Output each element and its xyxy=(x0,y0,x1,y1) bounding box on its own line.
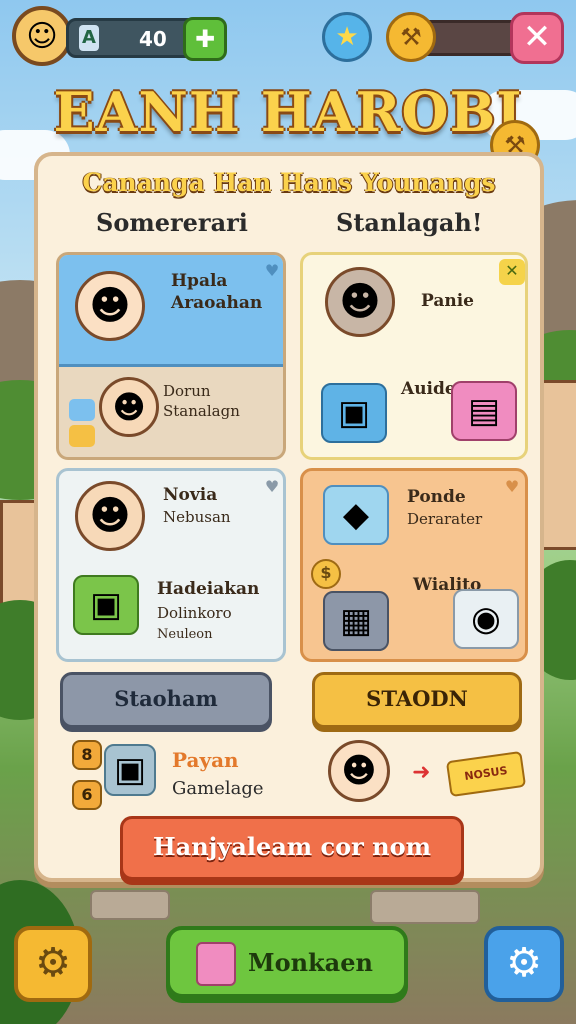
tag-icon xyxy=(69,399,95,421)
card-name: Novia xyxy=(163,485,218,505)
game-title: EANH HAROBI xyxy=(53,80,523,144)
reward-title: Payan xyxy=(172,748,239,772)
character-card[interactable]: ☻ ✕ Panie ▣ Auide ▤ xyxy=(300,252,528,460)
coin-value: 40 xyxy=(139,27,167,51)
heart-icon[interactable]: ♥ xyxy=(259,259,283,285)
character-portrait: ☻ xyxy=(75,271,145,341)
card-item: Auide xyxy=(401,379,456,399)
card-role: Nebusan xyxy=(163,508,231,526)
arrow-icon: ➜ xyxy=(412,760,431,785)
coin-counter: A 40 ✚ xyxy=(66,17,227,61)
coin-pin: A xyxy=(79,25,99,51)
reward-number: 8 xyxy=(72,740,102,770)
monkaen-button[interactable]: Monkaen xyxy=(166,926,408,998)
reward-tag-text: NOSUS xyxy=(463,764,509,783)
house-right xyxy=(540,380,576,550)
main-action-button[interactable]: Hanjyaleam cor nom xyxy=(120,816,464,880)
heart-icon[interactable]: ♥ xyxy=(259,475,283,501)
reward-tag[interactable]: NOSUS xyxy=(445,750,527,798)
gift-box-icon: ▣ xyxy=(73,575,139,635)
backpack-icon xyxy=(196,942,236,986)
character-card[interactable]: ☻ ♥ Hpala Araoahan ☻ Dorun Stanalagn xyxy=(56,252,286,460)
coin-icon: $ xyxy=(311,559,341,589)
character-portrait: ☻ xyxy=(75,481,145,551)
stone-tile xyxy=(90,890,170,920)
card-name: Ponde xyxy=(407,487,466,507)
bag-icon: ◆ xyxy=(323,485,389,545)
card-item-desc: Dolinkoro xyxy=(157,604,232,622)
card-role: Derarater xyxy=(407,510,483,528)
player-avatar[interactable]: ☺ xyxy=(12,6,72,66)
heart-icon[interactable]: ♥ xyxy=(499,475,525,501)
panel-subtitle: Cananga Han Hans Younangs xyxy=(82,168,496,197)
card-item-note: Neuleon xyxy=(157,627,213,642)
card-sub-name: Dorun xyxy=(163,382,211,400)
staoham-button[interactable]: Staoham xyxy=(60,672,272,728)
settings-icon[interactable]: ⚙ xyxy=(484,926,564,1002)
main-panel: Cananga Han Hans Younangs Somererari Sta… xyxy=(34,152,544,882)
character-portrait: ☻ xyxy=(328,740,390,802)
monkaen-label: Monkaen xyxy=(248,948,373,977)
crate-icon: ▣ xyxy=(104,744,156,796)
tag-icon xyxy=(69,425,95,447)
add-coins-button[interactable]: ✚ xyxy=(183,17,227,61)
card-sub-role: Stanalagn xyxy=(163,402,240,420)
stone-tile xyxy=(370,890,480,924)
close-button[interactable]: ✕ xyxy=(510,12,564,64)
close-icon[interactable]: ✕ xyxy=(499,259,525,285)
mouse-portrait: ☻ xyxy=(325,267,395,337)
staodn-button[interactable]: STAODN xyxy=(312,672,522,728)
settings-icon[interactable]: ⚙ xyxy=(14,926,92,1002)
device-icon: ▦ xyxy=(323,591,389,651)
character-portrait: ☻ xyxy=(99,377,159,437)
gem-icon[interactable]: ★ xyxy=(322,12,372,62)
gift-box-icon: ▣ xyxy=(321,383,387,443)
right-column-label: Stanlagah! xyxy=(336,208,483,237)
character-card[interactable]: ☻ ♥ Novia Nebusan ▣ Hadeiakan Dolinkoro … xyxy=(56,468,286,662)
card-item: Hadeiakan xyxy=(157,579,260,599)
treasure-chest-icon: ▤ xyxy=(451,381,517,441)
character-card[interactable]: ♥ ◆ Ponde Derarater $ Wialito ▦ ◉ xyxy=(300,468,528,662)
card-name: Hpala xyxy=(171,271,228,291)
left-column-label: Somererari xyxy=(96,208,248,237)
reward-desc: Gamelage xyxy=(172,778,264,799)
card-name: Panie xyxy=(421,291,474,311)
reward-number: 6 xyxy=(72,780,102,810)
wrench-icon[interactable]: ⚒ xyxy=(386,12,436,62)
card-role: Araoahan xyxy=(171,293,263,313)
camera-icon: ◉ xyxy=(453,589,519,649)
